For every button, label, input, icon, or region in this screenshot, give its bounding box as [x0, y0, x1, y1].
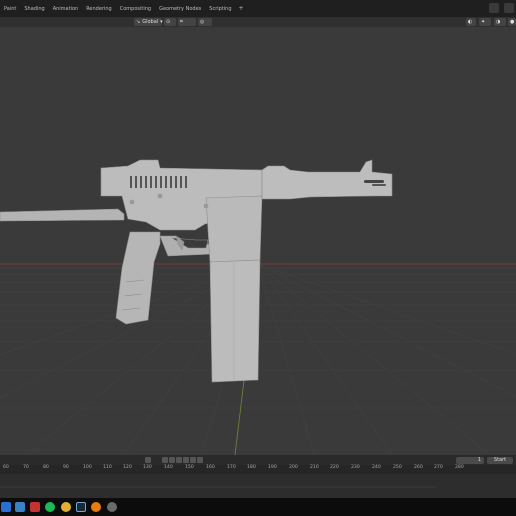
- viewport-header: [0, 17, 516, 27]
- ruler-tick: 160: [206, 465, 215, 470]
- ruler-tick: 210: [310, 465, 319, 470]
- view-layer-icon[interactable]: [504, 3, 514, 13]
- viewport-canvas: [0, 159, 516, 455]
- snapping-button[interactable]: ⌗: [178, 18, 196, 26]
- workspace-tab-bar: Paint Shading Animation Rendering Compos…: [0, 0, 516, 17]
- steam-icon[interactable]: [76, 502, 86, 512]
- proportional-editing-button[interactable]: ◎: [198, 18, 212, 26]
- gizmo-icon: ✦: [481, 19, 486, 25]
- spotify-icon[interactable]: [45, 502, 55, 512]
- record-button[interactable]: [145, 457, 151, 463]
- jump-end-icon[interactable]: [197, 457, 203, 463]
- pivot-icon: ⊙: [166, 19, 171, 25]
- proportional-icon: ◎: [200, 19, 205, 25]
- ruler-tick: 260: [414, 465, 423, 470]
- tab-paint[interactable]: Paint: [0, 6, 20, 12]
- ruler-tick: 110: [103, 465, 112, 470]
- transform-orientation-label: Global: [142, 19, 159, 25]
- timeline-scene-range: [0, 486, 436, 488]
- visibility-button[interactable]: ◐: [466, 18, 476, 26]
- chrome-icon[interactable]: [61, 502, 71, 512]
- jump-start-icon[interactable]: [162, 457, 168, 463]
- ruler-tick: 140: [164, 465, 173, 470]
- add-workspace-button[interactable]: +: [236, 5, 247, 12]
- overlays-icon: ◑: [496, 19, 501, 25]
- chevron-down-icon: ▾: [160, 19, 163, 25]
- ruler-tick: 60: [3, 465, 9, 470]
- blender-icon[interactable]: [91, 502, 101, 512]
- tab-shading[interactable]: Shading: [20, 6, 48, 12]
- scene-selector-icon[interactable]: [489, 3, 499, 13]
- timeline-header: [0, 455, 516, 465]
- ruler-tick: 220: [330, 465, 339, 470]
- ruler-tick: 150: [185, 465, 194, 470]
- solid-shading-icon: ●: [510, 19, 515, 25]
- 3d-viewport[interactable]: [0, 27, 516, 455]
- ruler-tick: 170: [227, 465, 236, 470]
- start-frame-field[interactable]: Start: [487, 457, 513, 464]
- ruler-tick: 250: [393, 465, 402, 470]
- ruler-tick: 230: [351, 465, 360, 470]
- tab-geometry-nodes[interactable]: Geometry Nodes: [155, 6, 205, 12]
- snap-icon: ⌗: [180, 19, 183, 25]
- current-frame-field[interactable]: 1: [456, 457, 484, 464]
- tab-rendering[interactable]: Rendering: [82, 6, 116, 12]
- ruler-tick: 70: [23, 465, 29, 470]
- play-icon[interactable]: [183, 457, 189, 463]
- play-reverse-icon[interactable]: [176, 457, 182, 463]
- next-keyframe-icon[interactable]: [190, 457, 196, 463]
- ruler-tick: 130: [143, 465, 152, 470]
- ruler-tick: 180: [247, 465, 256, 470]
- transform-orientation-dropdown[interactable]: ↘ Global ▾: [134, 18, 163, 26]
- tab-animation[interactable]: Animation: [49, 6, 83, 12]
- ruler-tick: 120: [123, 465, 132, 470]
- gizmo-toggle-button[interactable]: ✦: [479, 18, 491, 26]
- ruler-tick: 190: [268, 465, 277, 470]
- ruler-tick: 200: [289, 465, 298, 470]
- gun-model[interactable]: [0, 159, 393, 383]
- ruler-tick: 240: [372, 465, 381, 470]
- windows-start-icon[interactable]: [1, 502, 11, 512]
- overlays-toggle-button[interactable]: ◑: [494, 18, 506, 26]
- red-app-icon[interactable]: [30, 502, 40, 512]
- prev-keyframe-icon[interactable]: [169, 457, 175, 463]
- ruler-tick: 270: [434, 465, 443, 470]
- ruler-tick: 280: [455, 465, 464, 470]
- shading-mode-button[interactable]: ●: [508, 18, 516, 26]
- pivot-point-button[interactable]: ⊙: [164, 18, 176, 26]
- orientation-icon: ↘: [136, 19, 141, 25]
- tab-scripting[interactable]: Scripting: [205, 6, 235, 12]
- ruler-tick: 80: [43, 465, 49, 470]
- tab-compositing[interactable]: Compositing: [116, 6, 155, 12]
- eye-icon: ◐: [468, 19, 473, 25]
- settings-icon[interactable]: [107, 502, 117, 512]
- ruler-tick: 100: [83, 465, 92, 470]
- ruler-tick: 90: [63, 465, 69, 470]
- file-explorer-icon[interactable]: [15, 502, 25, 512]
